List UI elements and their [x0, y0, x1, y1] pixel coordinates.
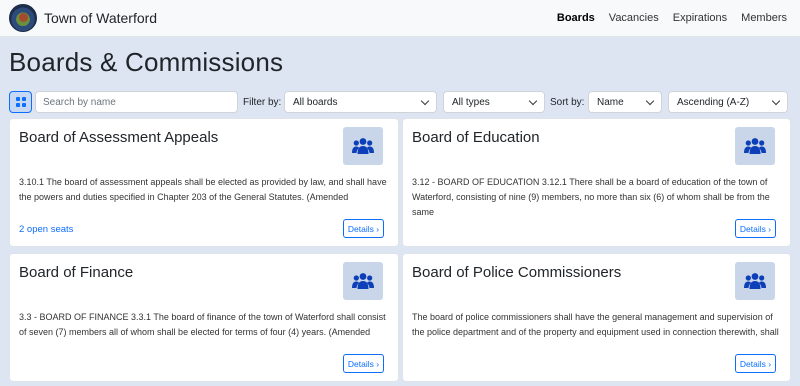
board-description: 3.12 - BOARD OF EDUCATION 3.12.1 There s…: [412, 177, 770, 217]
grid-icon: [15, 97, 26, 107]
sort-field-value: Name: [597, 97, 624, 108]
chevron-down-icon: [420, 96, 430, 106]
app-title[interactable]: Town of Waterford: [44, 10, 157, 26]
page-title: Boards & Commissions: [9, 47, 284, 77]
users-icon-tile: [343, 127, 383, 165]
board-description: The board of police commissioners shall …: [412, 312, 779, 337]
board-card[interactable]: Board of Police Commissioners The board …: [402, 253, 791, 382]
grid-view-button[interactable]: [9, 91, 32, 113]
users-icon: [352, 138, 374, 154]
chevron-down-icon: [528, 96, 538, 106]
users-icon-tile: [735, 262, 775, 300]
main-nav: Boards Vacancies Expirations Members: [557, 12, 787, 24]
users-icon: [744, 138, 766, 154]
board-card[interactable]: Board of Education 3.12 - BOARD OF EDUCA…: [402, 118, 791, 247]
details-button[interactable]: Details ›: [735, 354, 776, 373]
nav-members[interactable]: Members: [741, 12, 787, 24]
users-icon-tile: [735, 127, 775, 165]
details-button[interactable]: Details ›: [343, 354, 384, 373]
nav-vacancies[interactable]: Vacancies: [609, 12, 659, 24]
board-title[interactable]: Board of Police Commissioners: [412, 264, 621, 281]
board-title[interactable]: Board of Assessment Appeals: [19, 129, 218, 146]
search-input[interactable]: [35, 91, 238, 113]
board-title[interactable]: Board of Education: [412, 129, 540, 146]
chevron-down-icon: [645, 96, 655, 106]
top-navbar: Town of Waterford Boards Vacancies Expir…: [0, 0, 800, 37]
nav-boards[interactable]: Boards: [557, 12, 595, 24]
users-icon: [744, 273, 766, 289]
board-card[interactable]: Board of Assessment Appeals 3.10.1 The b…: [9, 118, 399, 247]
type-filter-select[interactable]: All types: [443, 91, 545, 113]
board-title[interactable]: Board of Finance: [19, 264, 133, 281]
board-card[interactable]: Board of Finance 3.3 - BOARD OF FINANCE …: [9, 253, 399, 382]
open-seats-link[interactable]: 2 open seats: [19, 224, 73, 235]
filter-label: Filter by:: [243, 97, 282, 108]
sort-order-select[interactable]: Ascending (A-Z): [668, 91, 788, 113]
sort-order-value: Ascending (A-Z): [677, 97, 750, 108]
board-description: 3.10.1 The board of assessment appeals s…: [19, 177, 387, 202]
details-button[interactable]: Details ›: [343, 219, 384, 238]
sort-field-select[interactable]: Name: [588, 91, 662, 113]
sort-label: Sort by:: [550, 97, 585, 108]
users-icon: [352, 273, 374, 289]
town-seal-logo[interactable]: [9, 4, 37, 32]
board-description: 3.3 - BOARD OF FINANCE 3.3.1 The board o…: [19, 312, 386, 337]
board-filter-select[interactable]: All boards: [284, 91, 437, 113]
nav-expirations[interactable]: Expirations: [673, 12, 727, 24]
board-filter-value: All boards: [293, 97, 338, 108]
details-button[interactable]: Details ›: [735, 219, 776, 238]
chevron-down-icon: [771, 96, 781, 106]
type-filter-value: All types: [452, 97, 490, 108]
users-icon-tile: [343, 262, 383, 300]
